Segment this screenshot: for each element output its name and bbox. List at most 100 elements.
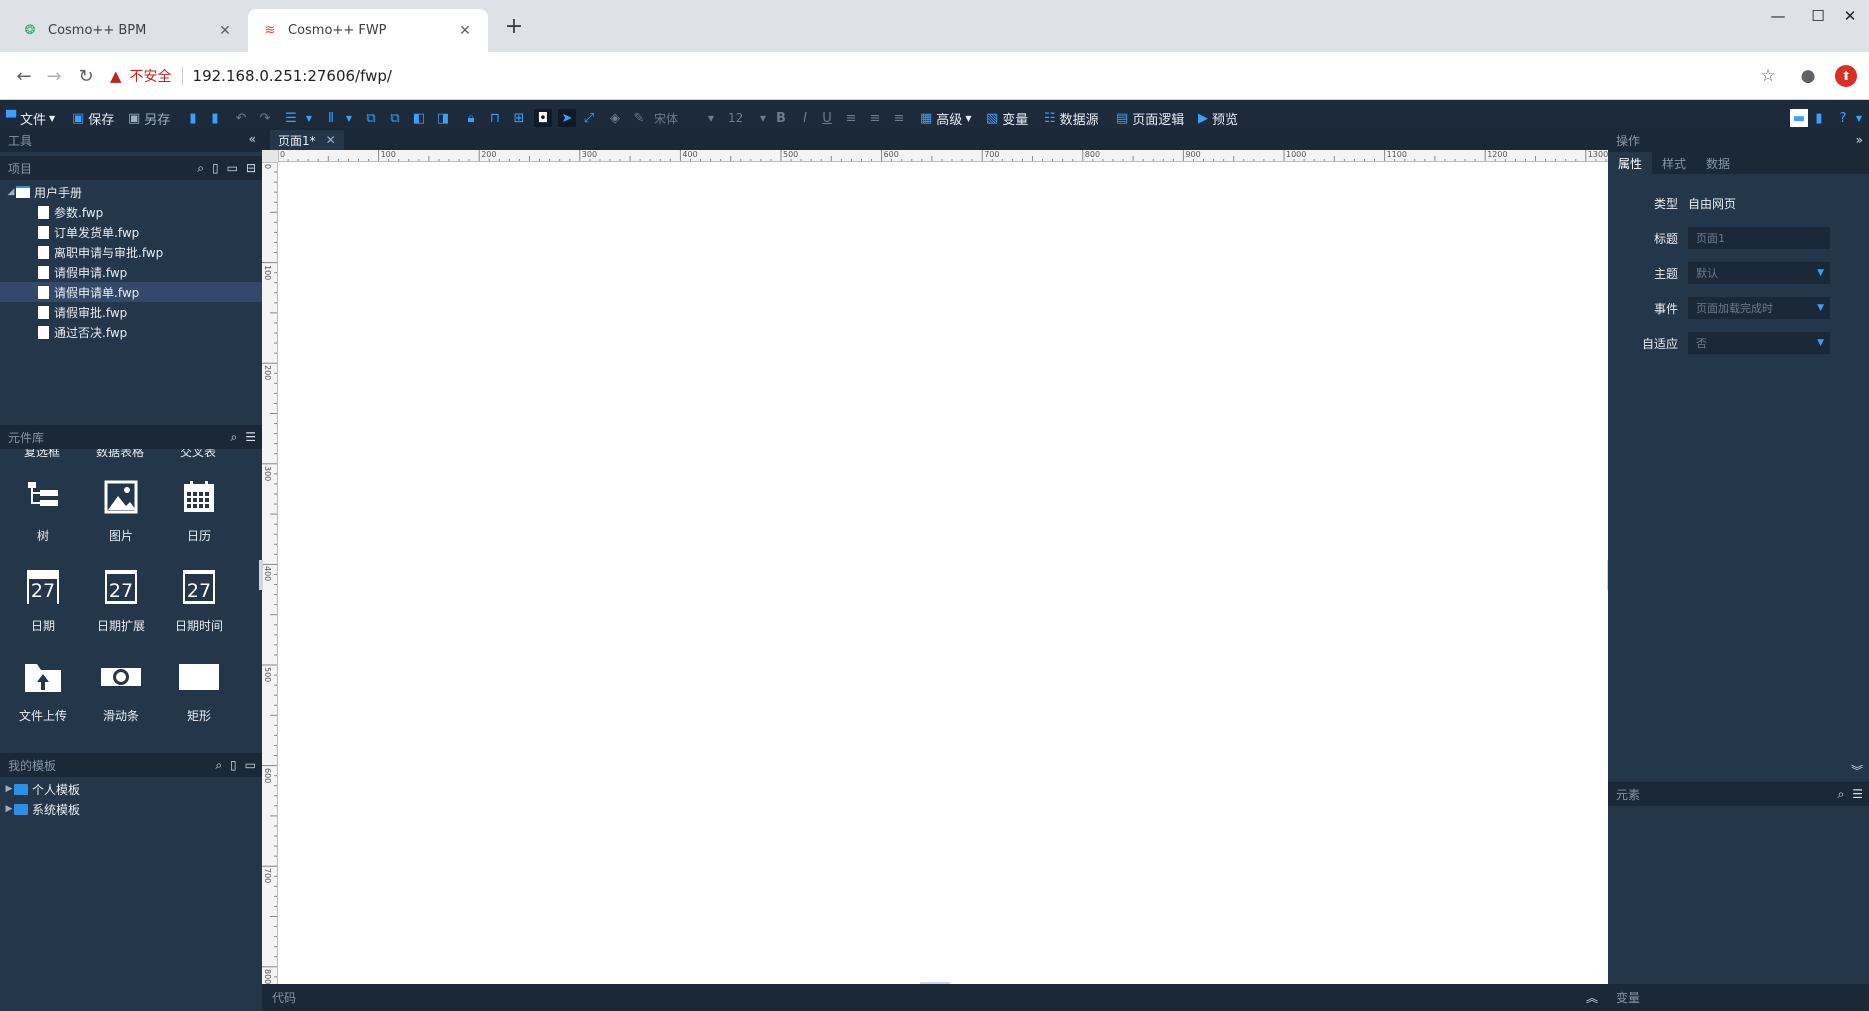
url-omnibox[interactable]: ▲ 不安全 192.168.0.251:27606/fwp/ [110,59,1775,93]
expanded-arrow-icon[interactable]: ◢ [6,187,16,197]
page-logic-button[interactable]: ▤ 页面逻辑 [1116,108,1184,128]
component-image[interactable]: 图片 [82,477,160,557]
advanced-button[interactable]: ▦ 高级 ▼ [920,108,971,128]
theme-select[interactable]: 默认 ▼ [1688,262,1830,284]
document-tab[interactable]: 页面1* ✕ [270,130,344,150]
layout-wide-icon[interactable]: ▬ [1790,109,1808,127]
close-icon[interactable]: ✕ [456,23,474,39]
window-close-icon[interactable]: ✕ [1827,0,1869,32]
collapsed-arrow-icon[interactable]: ▶ [4,784,14,794]
collapse-right-icon[interactable]: » [1856,133,1863,147]
tree-root[interactable]: ◢ 用户手册 [0,182,262,202]
browser-tab-bpm[interactable]: ❂ Cosmo++ BPM ✕ [8,9,248,52]
font-size-select[interactable]: 12 ▼ [728,108,766,128]
text-align-right-icon[interactable]: ≡ [890,109,908,127]
text-align-left-icon[interactable]: ≡ [842,109,860,127]
bring-front-icon[interactable]: ⧉ [362,109,380,127]
collapse-left-icon[interactable]: « [249,132,256,146]
search-icon[interactable]: ⌕ [215,758,222,773]
menu-icon[interactable]: ☰ [245,430,256,444]
adaptive-select[interactable]: 否 ▼ [1688,332,1830,354]
layer-down-icon[interactable]: ◨ [434,109,452,127]
component-tree[interactable]: 树 [4,477,82,557]
tab-styles[interactable]: 样式 [1652,152,1696,174]
close-icon[interactable]: ✕ [216,23,234,39]
chevron-down-icon[interactable]: ▼ [1850,109,1868,127]
close-icon[interactable]: ✕ [326,133,336,147]
layout-narrow-icon[interactable]: ▮ [1810,109,1828,127]
send-back-icon[interactable]: ⧉ [386,109,404,127]
bookmark-star-icon[interactable]: ☆ [1755,63,1781,89]
left-splitter-handle[interactable] [259,560,263,590]
component-file-upload[interactable]: 文件上传 [4,657,82,737]
event-select[interactable]: 页面加载完成时 ▼ [1688,297,1830,319]
expand-up-icon[interactable]: ︽ [1586,989,1598,1006]
search-icon[interactable]: ⌕ [231,430,238,445]
component-rectangle[interactable]: 矩形 [160,657,238,737]
connector-icon[interactable]: ⤢ [580,109,598,127]
lock-icon[interactable]: 🔒︎ [462,109,480,127]
ungroup-icon[interactable]: ◘ [534,109,552,127]
layer-up-icon[interactable]: ◧ [410,109,428,127]
tree-file[interactable]: 离职申请与审批.fwp [0,242,262,262]
tree-file[interactable]: 通过否决.fwp [0,322,262,342]
underline-icon[interactable]: U [818,109,836,127]
paste-icon[interactable]: ▮ [206,109,224,127]
reload-icon[interactable]: ↻ [72,62,100,90]
component-slider[interactable]: 滑动条 [82,657,160,737]
collapse-down-icon[interactable]: ︾ [1851,762,1863,779]
undo-icon[interactable]: ↶ [232,109,250,127]
template-folder[interactable]: ▶ 个人模板 [0,779,262,799]
new-folder-icon[interactable]: ▭ [245,758,256,772]
italic-icon[interactable]: I [796,109,814,127]
import-icon[interactable]: ⊟ [246,161,256,175]
component-datetime[interactable]: 27 日期时间 [160,567,238,647]
file-menu-button[interactable]: ▀ 文件 ▼ [6,108,55,128]
title-input[interactable]: 页面1 [1688,227,1830,249]
bold-icon[interactable]: B [772,109,790,127]
distribute-icon[interactable]: ⫴ [322,109,340,127]
search-icon[interactable]: ⌕ [197,161,204,176]
font-family-select[interactable]: 宋体 ▼ [654,108,714,128]
align-left-icon[interactable]: ☰ [282,109,300,127]
line-color-icon[interactable]: ✎ [630,109,648,127]
group-icon[interactable]: ⊞ [510,109,528,127]
search-icon[interactable]: ⌕ [1838,787,1845,802]
extension-icon[interactable]: ⬆ [1835,65,1857,87]
text-align-center-icon[interactable]: ≡ [866,109,884,127]
tree-file-selected[interactable]: 请假申请单.fwp [0,282,262,302]
chevron-down-icon[interactable]: ▼ [340,109,358,127]
component-date-ext[interactable]: 27 日期扩展 [82,567,160,647]
new-folder-icon[interactable]: ▭ [227,161,238,175]
menu-icon[interactable]: ☰ [1852,787,1863,801]
new-file-icon[interactable]: ▯ [212,161,219,175]
select-pointer-icon[interactable]: ➤ [558,109,576,127]
profile-icon[interactable]: ● [1795,63,1821,89]
tree-file[interactable]: 订单发货单.fwp [0,222,262,242]
unlock-icon[interactable]: ⊓ [486,109,504,127]
browser-tab-fwp[interactable]: ≋ Cosmo++ FWP ✕ [248,9,488,52]
new-tab-button[interactable]: + [500,14,528,39]
copy-icon[interactable]: ▮ [184,109,202,127]
preview-button[interactable]: ▶ 预览 [1198,108,1238,128]
chevron-down-icon[interactable]: ▼ [300,109,318,127]
template-folder[interactable]: ▶ 系统模板 [0,799,262,819]
redo-icon[interactable]: ↷ [256,109,274,127]
collapsed-arrow-icon[interactable]: ▶ [4,804,14,814]
forward-icon[interactable]: → [40,62,68,90]
new-file-icon[interactable]: ▯ [230,758,237,772]
back-icon[interactable]: ← [10,62,38,90]
tab-properties[interactable]: 属性 [1608,152,1653,174]
design-canvas[interactable] [278,162,1608,984]
component-date[interactable]: 27 日期 [4,567,82,647]
save-as-button[interactable]: ▣ 另存 [128,108,170,128]
tree-file[interactable]: 请假申请.fwp [0,262,262,282]
tree-file[interactable]: 参数.fwp [0,202,262,222]
save-button[interactable]: ▣ 保存 [72,108,114,128]
fill-color-icon[interactable]: ◈ [606,109,624,127]
component-calendar[interactable]: 日历 [160,477,238,557]
datasource-button[interactable]: ☷ 数据源 [1044,108,1099,128]
tab-data[interactable]: 数据 [1696,152,1740,174]
variables-button[interactable]: ▧ 变量 [986,108,1028,128]
tree-file[interactable]: 请假审批.fwp [0,302,262,322]
